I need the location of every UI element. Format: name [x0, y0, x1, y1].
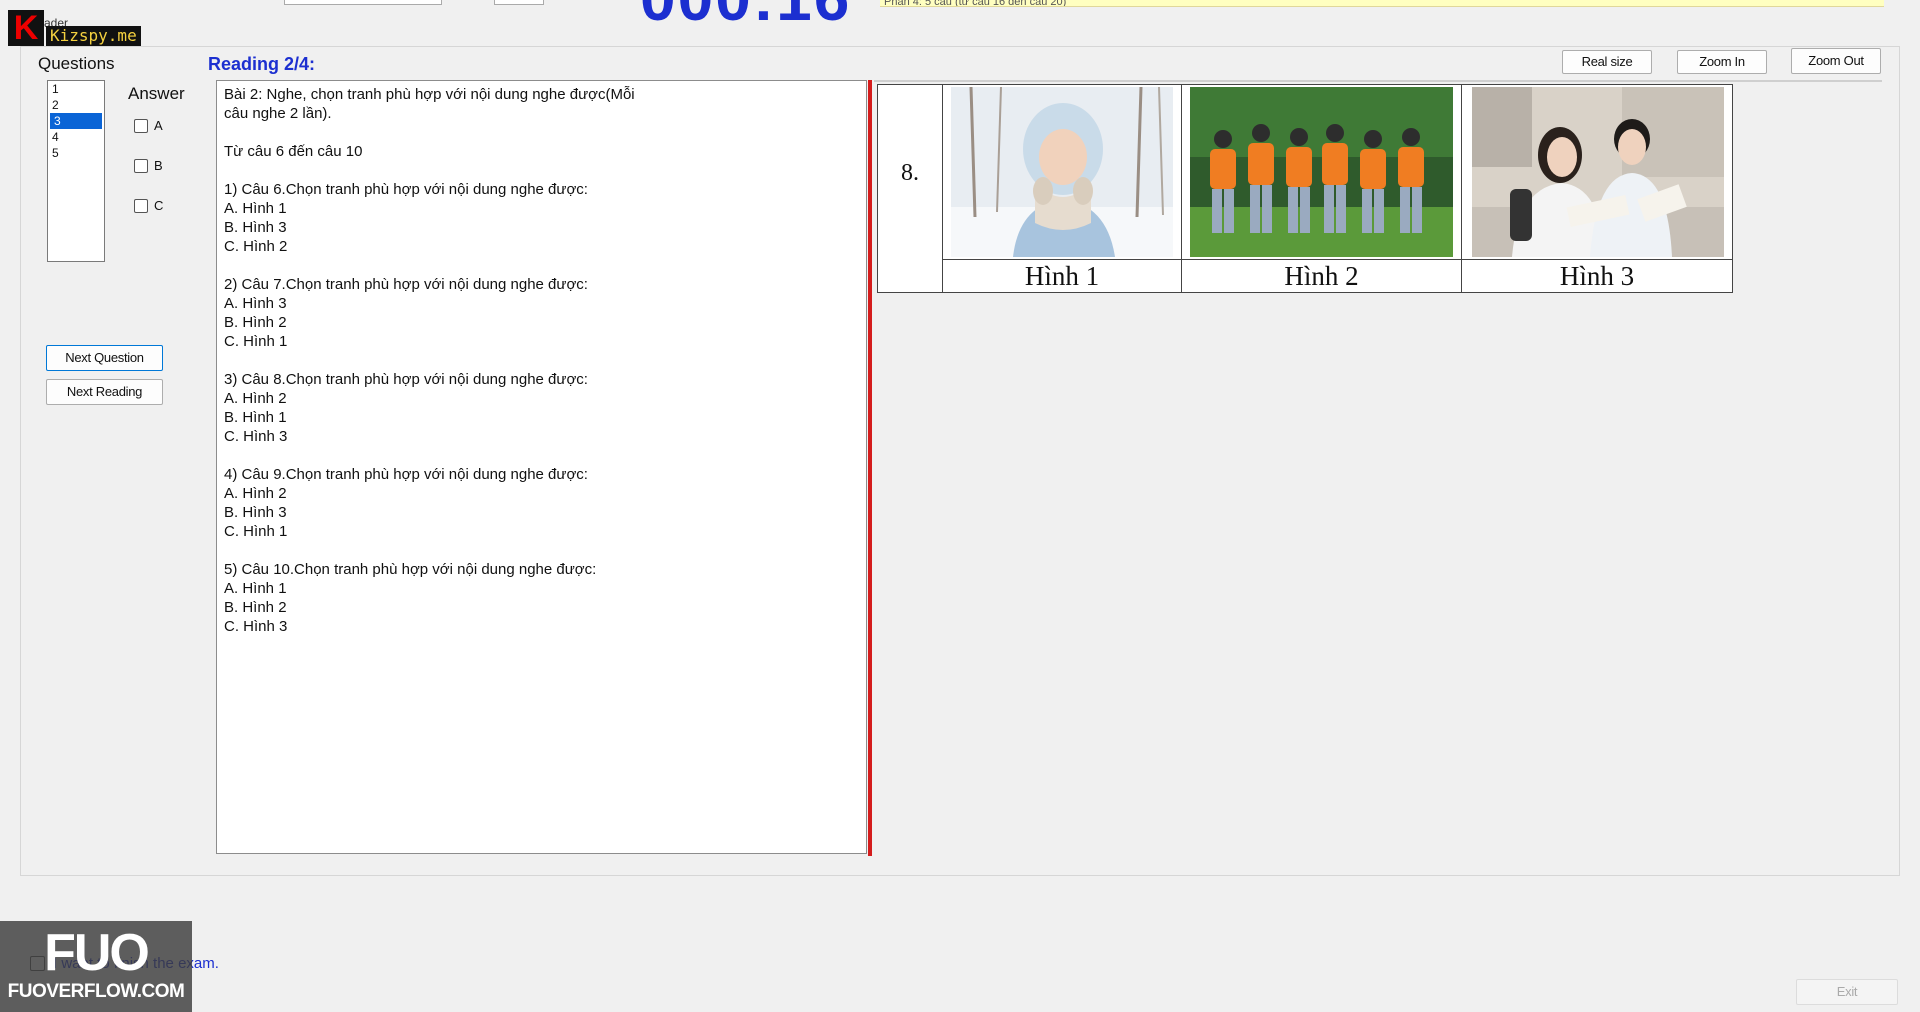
answer-c-label: C [154, 198, 164, 213]
fuoverflow-watermark: FUO FUOVERFLOW.COM [0, 921, 192, 1012]
questions-label: Questions [38, 54, 115, 73]
question-item[interactable]: 5 [48, 145, 104, 161]
top-small-combo[interactable] [494, 0, 544, 5]
next-reading-button[interactable]: Next Reading [46, 379, 163, 405]
answer-a-checkbox[interactable] [134, 118, 148, 133]
picture-question-number: 8. [878, 85, 943, 292]
real-size-button[interactable]: Real size [1562, 50, 1652, 74]
winter-girl-image [951, 87, 1173, 257]
zoom-out-button[interactable]: Zoom Out [1791, 48, 1881, 74]
countdown-timer: 000:16 [640, 0, 851, 30]
answer-b-checkbox[interactable] [134, 158, 148, 173]
answer-option-c[interactable]: C [134, 198, 163, 213]
answer-label: Answer [128, 84, 185, 103]
reading-text-area[interactable]: Bài 2: Nghe, chọn tranh phù hợp với nội … [216, 80, 867, 854]
panel-splitter[interactable] [868, 80, 872, 856]
kizspy-logo-icon: K [8, 10, 44, 46]
questions-listbox[interactable]: 1 2 3 4 5 [47, 80, 105, 262]
zoom-in-button[interactable]: Zoom In [1677, 50, 1767, 74]
next-question-button[interactable]: Next Question [46, 345, 163, 371]
reading-title: Reading 2/4: [208, 54, 316, 74]
answer-a-label: A [154, 118, 163, 133]
question-item[interactable]: 4 [48, 129, 104, 145]
top-combo-box[interactable] [284, 0, 442, 5]
part-info-banner: Phần 4: 5 câu (từ câu 16 đến câu 20) [880, 0, 1884, 7]
question-item[interactable]: 1 [48, 81, 104, 97]
watermark-site: FUOVERFLOW.COM [7, 981, 185, 1002]
answer-option-a[interactable]: A [134, 118, 163, 133]
answer-c-checkbox[interactable] [134, 198, 148, 213]
picture-table: 8. Hình 1 Hình 2 Hình 3 [877, 84, 1733, 293]
picture-caption-3: Hình 3 [1462, 259, 1732, 293]
picture-cell-2: Hình 2 [1182, 85, 1462, 292]
question-item[interactable]: 2 [48, 97, 104, 113]
picture-caption-2: Hình 2 [1182, 259, 1461, 293]
answer-option-b[interactable]: B [134, 158, 163, 173]
picture-cell-1: Hình 1 [943, 85, 1182, 292]
kizspy-logo-text: Kizspy.me [46, 26, 141, 46]
exit-button[interactable]: Exit [1796, 979, 1898, 1005]
students-group-image [1190, 87, 1453, 257]
watermark-logo: FUO [44, 924, 150, 982]
picture-caption-1: Hình 1 [943, 259, 1181, 293]
answer-b-label: B [154, 158, 163, 173]
students-reading-image [1472, 87, 1724, 257]
picture-cell-3: Hình 3 [1462, 85, 1732, 292]
question-item-selected[interactable]: 3 [50, 113, 102, 129]
